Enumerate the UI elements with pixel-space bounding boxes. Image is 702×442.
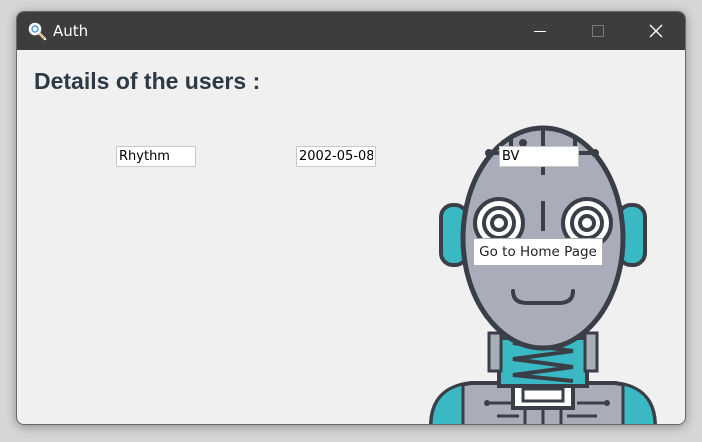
- window-content: Details of the users : Rhythm 2002-05-08…: [17, 50, 685, 424]
- date-of-birth-field[interactable]: [296, 146, 376, 167]
- name-field[interactable]: [116, 146, 196, 167]
- maximize-icon: [592, 25, 604, 37]
- magnifier-app-icon: [28, 22, 47, 41]
- app-window: Auth Details of the users : Rhythm 2002-…: [16, 11, 686, 425]
- go-to-home-page-button[interactable]: Go to Home Page: [473, 238, 603, 266]
- window-title: Auth: [53, 22, 89, 40]
- minimize-button[interactable]: [511, 12, 569, 50]
- close-icon: [649, 24, 663, 38]
- close-button[interactable]: [627, 12, 685, 50]
- page-heading: Details of the users :: [34, 68, 261, 94]
- title-bar[interactable]: Auth: [17, 12, 685, 50]
- initials-field[interactable]: [499, 146, 579, 167]
- minimize-icon: [534, 31, 546, 32]
- maximize-button[interactable]: [569, 12, 627, 50]
